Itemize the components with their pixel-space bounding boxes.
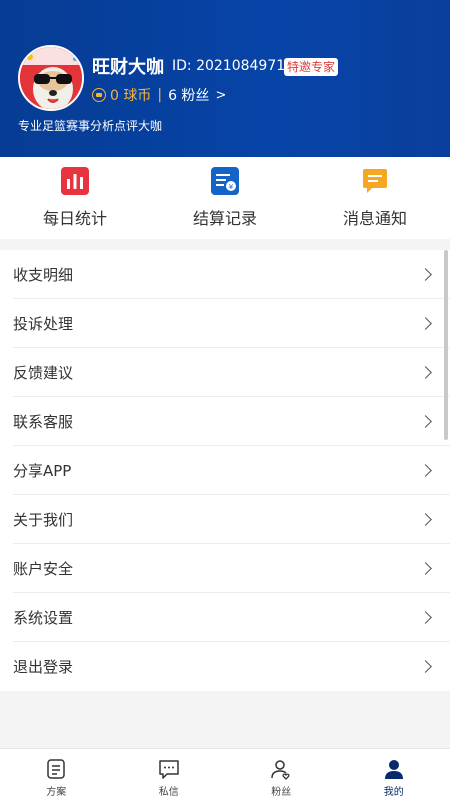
- tab-messages[interactable]: 私信: [113, 749, 226, 800]
- menu-label: 联系客服: [13, 412, 74, 431]
- tab-plans[interactable]: 方案: [0, 749, 113, 800]
- avatar[interactable]: [18, 45, 84, 111]
- menu-label: 退出登录: [13, 658, 74, 676]
- chevron-right-icon: [419, 414, 432, 428]
- user-id: ID: 2021084971: [172, 58, 286, 74]
- quick-actions: 每日统计 ¥ 结算记录 消息通知: [0, 157, 450, 239]
- chevron-right-icon: [419, 610, 432, 624]
- expert-badge: 特邀专家: [284, 58, 339, 76]
- stats-separator: |: [157, 87, 163, 103]
- menu-item-share-app[interactable]: 分享APP: [13, 446, 450, 495]
- user-bio: 专业足篮赛事分析点评大咖: [18, 119, 163, 133]
- tab-label: 方案: [46, 787, 67, 798]
- coin-icon: [92, 88, 106, 102]
- menu-label: 系统设置: [13, 608, 74, 627]
- menu-item-customer-service[interactable]: 联系客服: [13, 397, 450, 446]
- tab-label: 私信: [158, 787, 179, 798]
- bottom-tab-bar: 方案 私信 粉丝 我的: [0, 748, 450, 800]
- tab-mine[interactable]: 我的: [338, 749, 450, 800]
- chevron-right-icon: [419, 512, 432, 526]
- user-name: 旺财大咖: [92, 57, 164, 78]
- user-icon: [384, 760, 403, 779]
- menu-label: 反馈建议: [13, 363, 74, 382]
- chevron-right-icon: >: [215, 87, 227, 103]
- menu-item-complaints[interactable]: 投诉处理: [13, 299, 450, 348]
- chevron-right-icon: [419, 365, 432, 379]
- menu-label: 关于我们: [13, 510, 74, 529]
- chevron-right-icon: [419, 463, 432, 477]
- tab-fans[interactable]: 粉丝: [225, 749, 338, 800]
- chevron-right-icon: [419, 267, 432, 281]
- tab-label: 粉丝: [271, 787, 292, 798]
- menu-item-system-settings[interactable]: 系统设置: [13, 593, 450, 642]
- fans-icon: [271, 760, 290, 780]
- tab-label: 我的: [383, 787, 404, 798]
- bar-chart-icon: [61, 167, 89, 195]
- menu-item-about-us[interactable]: 关于我们: [13, 495, 450, 544]
- menu-label: 收支明细: [13, 265, 74, 284]
- chat-icon: [159, 760, 179, 779]
- quick-label: 消息通知: [342, 209, 407, 228]
- quick-label: 结算记录: [192, 209, 257, 228]
- quick-settlement-records[interactable]: ¥ 结算记录: [155, 167, 295, 229]
- document-icon: [47, 759, 65, 779]
- user-stats[interactable]: 0 球币 | 6 粉丝 >: [92, 85, 226, 105]
- receipt-icon: ¥: [211, 167, 239, 195]
- menu-label: 分享APP: [13, 461, 72, 480]
- quick-label: 每日统计: [42, 209, 107, 228]
- quick-notifications[interactable]: 消息通知: [305, 167, 445, 229]
- menu-label: 投诉处理: [13, 314, 74, 333]
- fans-count: 6 粉丝: [168, 88, 210, 104]
- profile-header: 旺财大咖 ID: 2021084971 特邀专家 0 球币 | 6 粉丝 > 专…: [0, 0, 450, 157]
- chevron-right-icon: [419, 561, 432, 575]
- settings-menu: 收支明细 投诉处理 反馈建议 联系客服 分享APP 关于我们 账户安全 系统设置…: [0, 250, 450, 691]
- svg-text:¥: ¥: [229, 183, 234, 191]
- chevron-right-icon: [419, 660, 432, 673]
- scrollbar[interactable]: [444, 250, 448, 440]
- message-icon: [361, 167, 389, 195]
- coin-count: 0 球币: [110, 88, 152, 104]
- menu-item-account-security[interactable]: 账户安全: [13, 544, 450, 593]
- menu-item-logout[interactable]: 退出登录: [13, 642, 450, 691]
- menu-item-feedback[interactable]: 反馈建议: [13, 348, 450, 397]
- avatar-image: [20, 47, 82, 109]
- quick-daily-stats[interactable]: 每日统计: [5, 167, 145, 229]
- chevron-right-icon: [419, 316, 432, 330]
- menu-label: 账户安全: [13, 559, 74, 578]
- menu-item-income-details[interactable]: 收支明细: [13, 250, 450, 299]
